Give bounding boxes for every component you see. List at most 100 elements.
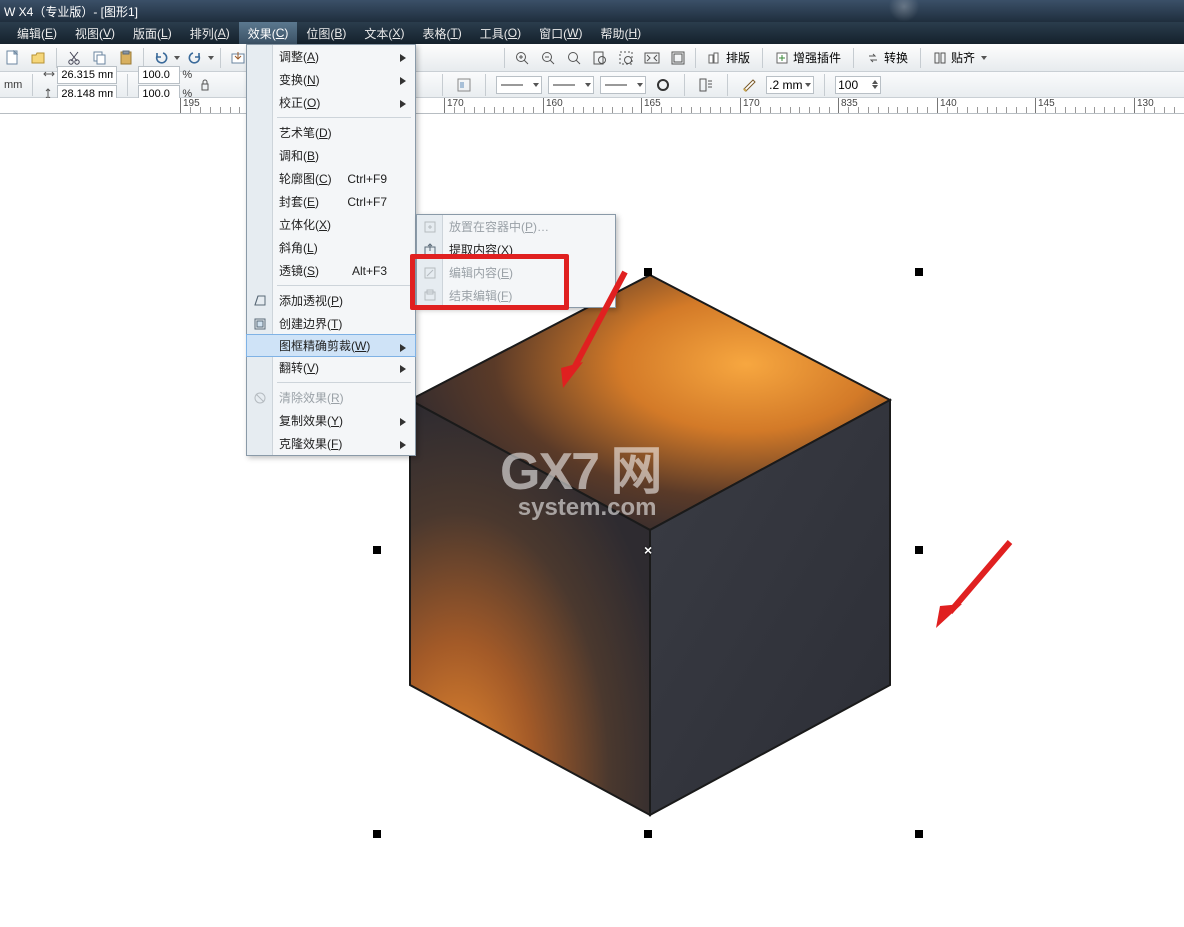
submenu-item-label: 结束编辑(F) bbox=[449, 287, 512, 304]
selection-handle[interactable] bbox=[644, 268, 652, 276]
submenu-item[interactable]: 提取内容(X) bbox=[417, 238, 615, 261]
menu-item[interactable]: 透镜(S)Alt+F3 bbox=[247, 259, 415, 282]
menu-item[interactable]: 调整(A) bbox=[247, 45, 415, 68]
outline-width-input[interactable]: .2 mm bbox=[766, 76, 814, 94]
boundary-icon bbox=[251, 315, 269, 333]
redo-dropdown-icon[interactable] bbox=[208, 56, 214, 60]
window-titlebar: W X4（专业版）- [图形1] bbox=[0, 0, 1184, 22]
menu-divider bbox=[277, 117, 411, 118]
toolbar-sep bbox=[920, 48, 921, 68]
outline-color-button[interactable] bbox=[652, 74, 674, 96]
toolbar-sep bbox=[695, 48, 696, 68]
menu-工具[interactable]: 工具(O) bbox=[471, 22, 530, 44]
menu-编辑[interactable]: 编辑(E) bbox=[8, 22, 66, 44]
wrap-text-button[interactable] bbox=[695, 74, 717, 96]
menu-item[interactable]: 克隆效果(F) bbox=[247, 432, 415, 455]
menu-item[interactable]: 变换(N) bbox=[247, 68, 415, 91]
menu-item[interactable]: 轮廓图(C) Ctrl+F9 bbox=[247, 167, 415, 190]
annotation-arrow bbox=[930, 534, 1020, 634]
menu-item[interactable]: 添加透视(P) bbox=[247, 289, 415, 312]
submenu-arrow-icon bbox=[399, 342, 407, 356]
copies-input[interactable]: 100 bbox=[835, 76, 881, 94]
toolbar-sep bbox=[143, 48, 144, 68]
line-end-combo[interactable] bbox=[600, 76, 646, 94]
zoom-fit-button[interactable] bbox=[563, 47, 585, 69]
prop-sep bbox=[684, 74, 685, 96]
zoom-page-button[interactable] bbox=[589, 47, 611, 69]
lock-ratio-button[interactable] bbox=[194, 74, 216, 96]
menu-窗口[interactable]: 窗口(W) bbox=[530, 22, 591, 44]
place-icon bbox=[421, 218, 439, 236]
menu-item-label: 斜角(L) bbox=[279, 239, 318, 256]
menu-item-label: 复制效果(Y) bbox=[279, 412, 343, 429]
menu-item[interactable]: 翻转(V) bbox=[247, 356, 415, 379]
snap-button[interactable]: 贴齐 bbox=[927, 47, 993, 69]
enhance-button[interactable]: 增强插件 bbox=[769, 47, 847, 69]
effects-menu[interactable]: 调整(A)变换(N)校正(O) 艺术笔(D) 调和(B) 轮廓图(C) Ctrl+F9 封… bbox=[246, 44, 416, 456]
selection-handle[interactable] bbox=[644, 830, 652, 838]
selection-handle[interactable] bbox=[915, 830, 923, 838]
menu-文本[interactable]: 文本(X) bbox=[355, 22, 413, 44]
selection-center-x: × bbox=[644, 542, 652, 558]
copies-value: 100 bbox=[838, 78, 858, 92]
menu-item[interactable]: 创建边界(T) bbox=[247, 312, 415, 335]
menu-item[interactable]: 校正(O) bbox=[247, 91, 415, 114]
arrange-button[interactable]: 排版 bbox=[702, 47, 756, 69]
menu-item[interactable]: 复制效果(Y) bbox=[247, 409, 415, 432]
submenu-arrow-icon bbox=[399, 416, 407, 430]
cube-object[interactable] bbox=[370, 270, 910, 830]
convert-button[interactable]: 转换 bbox=[860, 47, 914, 69]
scale-x-input[interactable] bbox=[138, 66, 180, 84]
undo-dropdown-icon[interactable] bbox=[174, 56, 180, 60]
zoom-all-button[interactable] bbox=[641, 47, 663, 69]
perspective-icon bbox=[251, 292, 269, 310]
menu-item[interactable]: 调和(B) bbox=[247, 144, 415, 167]
outline-pen-button[interactable] bbox=[738, 74, 760, 96]
menu-item: 清除效果(R) bbox=[247, 386, 415, 409]
new-file-button[interactable] bbox=[2, 47, 24, 69]
selection-handle[interactable] bbox=[373, 830, 381, 838]
menu-shortcut: Ctrl+F9 bbox=[347, 172, 387, 186]
menu-item[interactable]: 斜角(L) bbox=[247, 236, 415, 259]
object-width-input[interactable] bbox=[57, 66, 117, 84]
menu-item[interactable]: 艺术笔(D) bbox=[247, 121, 415, 144]
menu-item-label: 轮廓图(C) bbox=[279, 170, 332, 187]
menu-版面[interactable]: 版面(L) bbox=[124, 22, 181, 44]
menu-帮助[interactable]: 帮助(H) bbox=[591, 22, 650, 44]
menu-表格[interactable]: 表格(T) bbox=[413, 22, 470, 44]
paste-button[interactable] bbox=[115, 47, 137, 69]
outline-width-value: .2 mm bbox=[769, 78, 802, 92]
zoom-in-button[interactable] bbox=[511, 47, 533, 69]
menu-视图[interactable]: 视图(V) bbox=[66, 22, 124, 44]
toolbar-sep bbox=[56, 48, 57, 68]
toolbar-sep bbox=[762, 48, 763, 68]
selection-handle[interactable] bbox=[915, 546, 923, 554]
fullscreen-button[interactable] bbox=[667, 47, 689, 69]
menu-item-label: 调和(B) bbox=[279, 147, 319, 164]
align-button[interactable] bbox=[453, 74, 475, 96]
snap-icon bbox=[933, 51, 947, 65]
enhance-icon bbox=[775, 51, 789, 65]
submenu-arrow-icon bbox=[399, 439, 407, 453]
menu-item[interactable]: 立体化(X) bbox=[247, 213, 415, 236]
menubar: 编辑(E)视图(V)版面(L)排列(A)效果(C)位图(B)文本(X)表格(T)… bbox=[0, 22, 1184, 44]
menu-item[interactable]: 图框精确剪裁(W) bbox=[246, 334, 416, 357]
zoom-selection-button[interactable] bbox=[615, 47, 637, 69]
submenu-item-label: 提取内容(X) bbox=[449, 241, 513, 258]
zoom-out-button[interactable] bbox=[537, 47, 559, 69]
line-start-combo[interactable] bbox=[496, 76, 542, 94]
menu-效果[interactable]: 效果(C) bbox=[239, 22, 298, 44]
mm-label: mm bbox=[4, 79, 22, 91]
line-style-combo[interactable] bbox=[548, 76, 594, 94]
menu-位图[interactable]: 位图(B) bbox=[297, 22, 355, 44]
toolbar-sep bbox=[853, 48, 854, 68]
selection-handle[interactable] bbox=[373, 546, 381, 554]
menu-item[interactable]: 封套(E)Ctrl+F7 bbox=[247, 190, 415, 213]
extract-icon bbox=[421, 241, 439, 259]
selection-handle[interactable] bbox=[915, 268, 923, 276]
menu-排列[interactable]: 排列(A) bbox=[181, 22, 239, 44]
menu-item-label: 克隆效果(F) bbox=[279, 435, 342, 452]
menu-item-label: 图框精确剪裁(W) bbox=[279, 337, 370, 354]
window-title: W X4（专业版）- [图形1] bbox=[4, 3, 138, 20]
submenu-arrow-icon bbox=[399, 75, 407, 89]
